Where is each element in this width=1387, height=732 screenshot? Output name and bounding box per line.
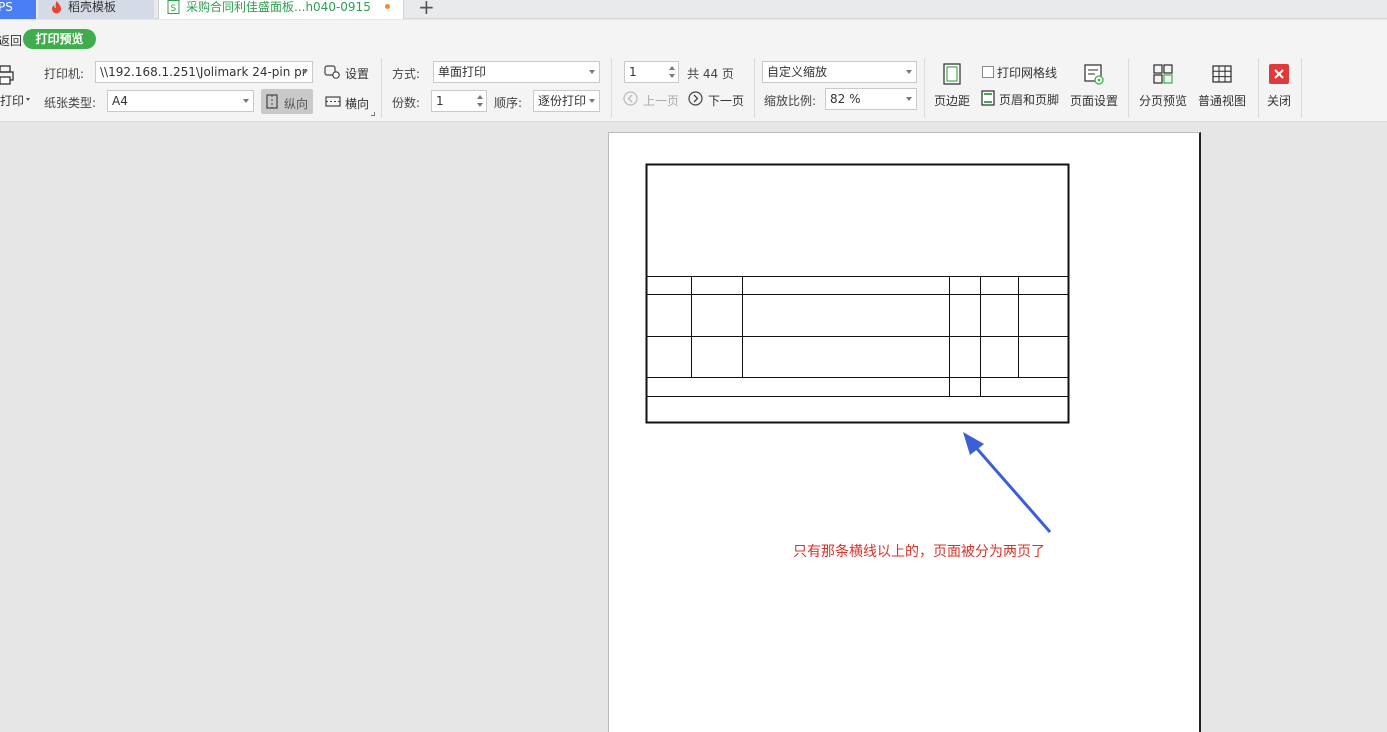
tab-bar: PS 稻壳模板 S 采购合同利佳盛面板...h040-0915 + <box>0 0 1387 19</box>
portrait-icon <box>266 94 278 109</box>
landscape-button[interactable]: 横向 <box>345 95 369 112</box>
group-expand-icon[interactable] <box>371 112 375 116</box>
tab-wps-home[interactable]: PS <box>0 0 36 19</box>
copies-stepper[interactable] <box>476 92 484 110</box>
zoom-ratio-select[interactable]: 82 % <box>825 88 917 110</box>
previous-page-button[interactable]: 上一页 <box>643 92 679 109</box>
chevron-down-icon <box>906 70 912 74</box>
header-footer-button[interactable]: 页眉和页脚 <box>999 91 1059 108</box>
printer-settings-icon[interactable] <box>324 64 342 80</box>
paper-type-select[interactable]: A4 <box>107 90 254 112</box>
separator <box>611 58 612 118</box>
close-icon <box>1269 64 1289 84</box>
separator <box>754 58 755 118</box>
print-method-label: 方式: <box>392 67 421 81</box>
page-number-input[interactable]: 1 <box>624 61 679 83</box>
collate-order-select[interactable]: 逐份打印 <box>533 90 600 112</box>
separator <box>381 58 382 118</box>
print-button-label[interactable]: 打印 <box>0 92 24 109</box>
tab-document-label: 采购合同利佳盛面板...h040-0915 <box>186 0 371 14</box>
total-pages-label: 共 44 页 <box>687 67 734 81</box>
zoom-ratio-value: 82 % <box>830 92 861 106</box>
printer-select[interactable]: \\192.168.1.251\Jolimark 24-pin pr <box>95 61 313 83</box>
zoom-mode-value: 自定义缩放 <box>767 65 828 79</box>
printer-icon[interactable] <box>0 64 16 86</box>
printer-select-value: \\192.168.1.251\Jolimark 24-pin pr <box>100 65 307 79</box>
collate-order-label: 顺序: <box>494 96 523 110</box>
paper-type-value: A4 <box>112 94 128 108</box>
tab-templates[interactable]: 稻壳模板 <box>38 0 154 19</box>
svg-text:S: S <box>171 4 177 14</box>
back-button[interactable]: 返回 <box>0 32 22 49</box>
zoom-ratio-label: 缩放比例: <box>764 94 817 108</box>
add-tab-button[interactable]: + <box>418 0 435 17</box>
preview-page <box>608 132 1201 732</box>
printer-label: 打印机: <box>44 67 85 81</box>
portrait-label: 纵向 <box>284 97 309 111</box>
chevron-down-icon <box>589 99 595 103</box>
separator <box>1128 58 1129 118</box>
zoom-mode-select[interactable]: 自定义缩放 <box>762 61 917 83</box>
copies-label: 份数: <box>392 96 421 110</box>
spreadsheet-icon: S <box>167 0 180 14</box>
separator <box>1258 58 1259 118</box>
collate-order-value: 逐份打印 <box>538 94 587 108</box>
copies-input[interactable]: 1 <box>431 90 487 112</box>
tab-document[interactable]: S 采购合同利佳盛面板...h040-0915 <box>158 0 404 19</box>
next-page-icon[interactable] <box>688 91 703 106</box>
tab-templates-label: 稻壳模板 <box>68 0 117 14</box>
page-setup-icon <box>1084 64 1104 85</box>
separator <box>924 58 925 118</box>
landscape-icon[interactable] <box>325 96 341 107</box>
page-break-preview-label: 分页预览 <box>1138 94 1187 108</box>
copies-value: 1 <box>436 94 444 108</box>
page-number-value: 1 <box>629 65 637 79</box>
page-break-preview-icon <box>1153 64 1173 84</box>
chevron-down-icon <box>906 97 912 101</box>
print-gridlines-label[interactable]: 打印网格线 <box>997 64 1057 81</box>
margins-label: 页边距 <box>933 94 970 108</box>
paper-type-label: 纸张类型: <box>44 96 97 110</box>
unsaved-dot-icon <box>385 4 390 9</box>
page-setup-label: 页面设置 <box>1069 94 1118 108</box>
print-dropdown-caret-icon[interactable] <box>26 98 30 101</box>
separator <box>1301 58 1302 118</box>
print-gridlines-checkbox[interactable] <box>982 66 994 78</box>
normal-view-label: 普通视图 <box>1197 94 1246 108</box>
tab-wps-label: PS <box>0 0 13 14</box>
printer-settings-button[interactable]: 设置 <box>345 65 369 82</box>
chevron-down-icon <box>589 70 595 74</box>
print-method-select[interactable]: 单面打印 <box>433 61 600 83</box>
chevron-down-icon <box>302 70 308 74</box>
print-method-value: 单面打印 <box>438 65 487 79</box>
header-footer-icon[interactable] <box>981 90 995 106</box>
annotation-text: 只有那条横线以上的，页面被分为两页了 <box>793 544 1045 560</box>
flame-icon <box>52 1 61 14</box>
normal-view-icon <box>1212 65 1232 83</box>
page-number-stepper[interactable] <box>668 63 676 81</box>
close-label: 关闭 <box>1266 94 1291 108</box>
next-page-button[interactable]: 下一页 <box>708 92 744 109</box>
previous-page-icon[interactable] <box>623 91 638 106</box>
margins-icon <box>943 63 961 85</box>
chevron-down-icon <box>243 99 249 103</box>
print-preview-tab[interactable]: 打印预览 <box>23 29 96 49</box>
